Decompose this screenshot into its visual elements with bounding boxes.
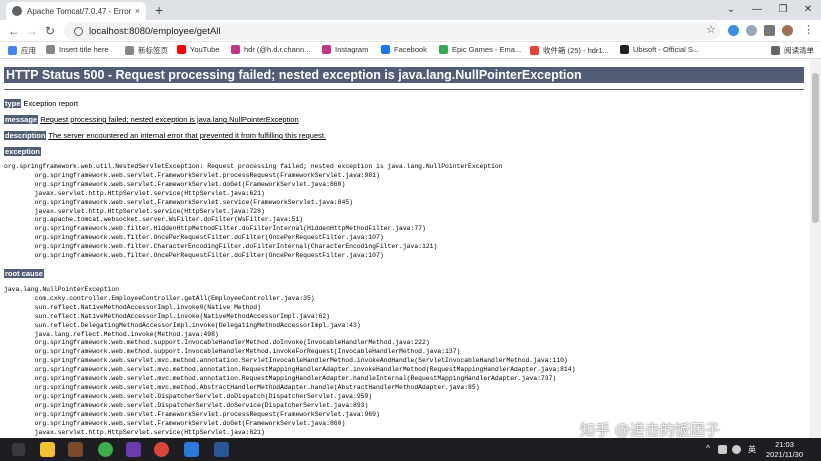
extension-icon-1[interactable] bbox=[728, 25, 739, 36]
reading-list-button[interactable]: 阅读清单 bbox=[771, 45, 814, 56]
globe-icon bbox=[12, 6, 22, 16]
app-icon-1[interactable] bbox=[68, 442, 83, 457]
ime-indicator[interactable]: 英 bbox=[748, 444, 756, 455]
gmail-icon bbox=[530, 46, 539, 55]
start-button[interactable] bbox=[12, 443, 25, 456]
divider bbox=[4, 89, 804, 90]
close-window-button[interactable]: ✕ bbox=[795, 0, 821, 20]
bookmark-item[interactable]: Facebook bbox=[381, 45, 427, 54]
reading-list-icon bbox=[771, 46, 780, 55]
message-row: message Request processing failed; neste… bbox=[4, 115, 299, 124]
bookmark-item[interactable]: Ubisoft - Official S... bbox=[620, 45, 699, 54]
new-tab-button[interactable]: + bbox=[155, 2, 163, 18]
facebook-icon bbox=[381, 45, 390, 54]
tab-strip: Apache Tomcat/7.0.47 - Error ... × + ⌄ —… bbox=[0, 0, 821, 20]
description-label: description bbox=[4, 131, 47, 140]
root-cause-row: root cause bbox=[4, 269, 44, 278]
minimize-button[interactable]: — bbox=[744, 0, 770, 20]
clock-date: 2021/11/30 bbox=[766, 450, 803, 459]
page-title: HTTP Status 500 - Request processing fai… bbox=[4, 67, 804, 83]
exception-row: exception bbox=[4, 147, 42, 156]
windows-taskbar: ^ 英 21:03 2021/11/30 bbox=[0, 438, 821, 461]
bookmark-item[interactable]: 应用 bbox=[8, 45, 36, 56]
bookmark-item[interactable]: Insert title here bbox=[46, 45, 109, 54]
address-bar[interactable]: localhost:8080/employee/getAll bbox=[64, 22, 720, 40]
extensions-puzzle-icon[interactable] bbox=[764, 25, 775, 36]
description-value: The server encountered an internal error… bbox=[48, 131, 327, 140]
maximize-button[interactable]: ❐ bbox=[770, 0, 796, 20]
bookmark-item[interactable]: hdr (@h.d.r.chann... bbox=[231, 45, 310, 54]
tab-close-icon[interactable]: × bbox=[135, 6, 140, 16]
page-content: HTTP Status 500 - Request processing fai… bbox=[0, 59, 810, 438]
message-value: Request processing failed; nested except… bbox=[40, 115, 299, 124]
bookmark-star-icon[interactable]: ☆ bbox=[706, 23, 716, 36]
exception-label: exception bbox=[4, 147, 42, 156]
file-explorer-icon[interactable] bbox=[40, 442, 55, 457]
url-text: localhost:8080/employee/getAll bbox=[89, 25, 221, 37]
app-icon-3[interactable] bbox=[126, 442, 141, 457]
watermark: 知乎 @进击的饭团子 bbox=[580, 421, 720, 438]
system-clock[interactable]: 21:03 2021/11/30 bbox=[766, 440, 803, 460]
bookmark-item[interactable]: Epic Games - Ema... bbox=[439, 45, 521, 54]
browser-tab[interactable]: Apache Tomcat/7.0.47 - Error ... × bbox=[6, 2, 146, 20]
type-value: Exception report bbox=[23, 99, 79, 108]
type-row: type Exception report bbox=[4, 99, 78, 108]
exception-stack-trace: org.springframework.web.util.NestedServl… bbox=[4, 163, 503, 260]
instagram-icon bbox=[231, 45, 240, 54]
youtube-icon bbox=[177, 45, 186, 54]
bookmark-item[interactable]: 收件箱 (25) - hdr1... bbox=[530, 45, 609, 56]
app-icon-5[interactable] bbox=[184, 442, 199, 457]
globe-icon bbox=[46, 45, 55, 54]
type-label: type bbox=[4, 99, 22, 108]
chrome-icon[interactable] bbox=[154, 442, 169, 457]
instagram-icon bbox=[322, 45, 331, 54]
reload-button[interactable]: ↻ bbox=[45, 23, 55, 39]
app-icon-2[interactable] bbox=[98, 442, 113, 457]
message-label: message bbox=[4, 115, 39, 124]
site-info-icon[interactable] bbox=[74, 26, 83, 36]
bookmark-item[interactable]: YouTube bbox=[177, 45, 219, 54]
tray-expand-icon[interactable]: ^ bbox=[706, 444, 710, 453]
root-cause-stack-trace: java.lang.NullPointerException com.cxky.… bbox=[4, 286, 576, 436]
clock-time: 21:03 bbox=[775, 440, 794, 449]
bookmark-item[interactable]: Instagram bbox=[322, 45, 368, 54]
description-row: description The server encountered an in… bbox=[4, 131, 326, 140]
globe-icon bbox=[125, 46, 134, 55]
vertical-scrollbar[interactable] bbox=[810, 59, 821, 438]
google-icon bbox=[439, 45, 448, 54]
apps-grid-icon bbox=[8, 46, 17, 55]
bookmark-item[interactable]: 新标签页 bbox=[125, 45, 168, 56]
tab-search-icon[interactable]: ⌄ bbox=[718, 0, 744, 20]
browser-toolbar: ← → ↻ localhost:8080/employee/getAll ☆ ⋮ bbox=[0, 20, 821, 42]
menu-kebab-icon[interactable]: ⋮ bbox=[803, 23, 814, 36]
scrollbar-thumb[interactable] bbox=[812, 73, 819, 223]
volume-icon[interactable] bbox=[732, 445, 741, 454]
forward-button[interactable]: → bbox=[26, 23, 38, 39]
word-icon[interactable] bbox=[214, 442, 229, 457]
ubisoft-icon bbox=[620, 45, 629, 54]
network-icon[interactable] bbox=[718, 445, 727, 454]
back-button[interactable]: ← bbox=[8, 23, 20, 39]
profile-avatar-icon[interactable] bbox=[782, 25, 793, 36]
root-cause-label: root cause bbox=[4, 269, 44, 278]
tab-title: Apache Tomcat/7.0.47 - Error ... bbox=[27, 6, 131, 16]
extension-icon-2[interactable] bbox=[746, 25, 757, 36]
bookmarks-bar: 应用 Insert title here 新标签页 YouTube hdr (@… bbox=[0, 42, 821, 59]
